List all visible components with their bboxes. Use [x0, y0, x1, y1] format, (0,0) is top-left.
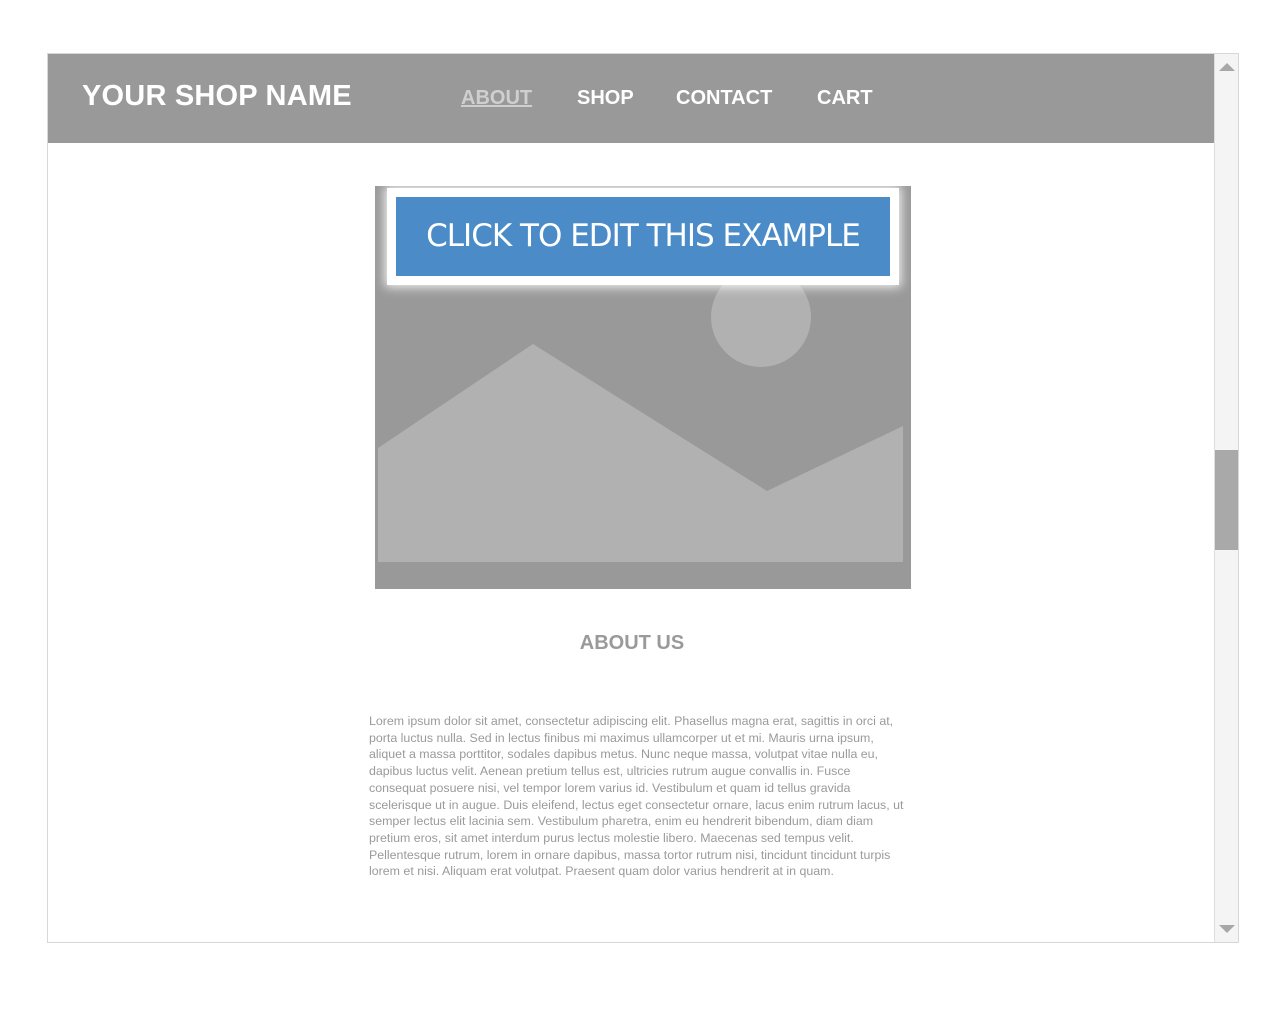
scroll-down-arrow-icon[interactable] [1219, 925, 1235, 933]
click-to-edit-button[interactable]: CLICK TO EDIT THIS EXAMPLE [396, 197, 890, 276]
nav-link-contact[interactable]: CONTACT [676, 87, 772, 110]
nav-link-shop[interactable]: SHOP [577, 87, 634, 110]
scrollbar-thumb[interactable] [1215, 450, 1238, 550]
about-us-body-text: Lorem ipsum dolor sit amet, consectetur … [369, 714, 904, 879]
shop-name-logo[interactable]: YOUR SHOP NAME [82, 80, 352, 113]
nav-link-about[interactable]: ABOUT [461, 87, 532, 110]
about-us-heading: ABOUT US [579, 632, 685, 654]
nav-link-cart[interactable]: CART [817, 87, 873, 110]
vertical-scrollbar[interactable] [1214, 54, 1238, 942]
site-header: YOUR SHOP NAME ABOUT SHOP CONTACT CART [48, 54, 1216, 143]
scroll-up-arrow-icon[interactable] [1219, 63, 1235, 71]
browser-viewport: YOUR SHOP NAME ABOUT SHOP CONTACT CART C… [47, 53, 1239, 943]
